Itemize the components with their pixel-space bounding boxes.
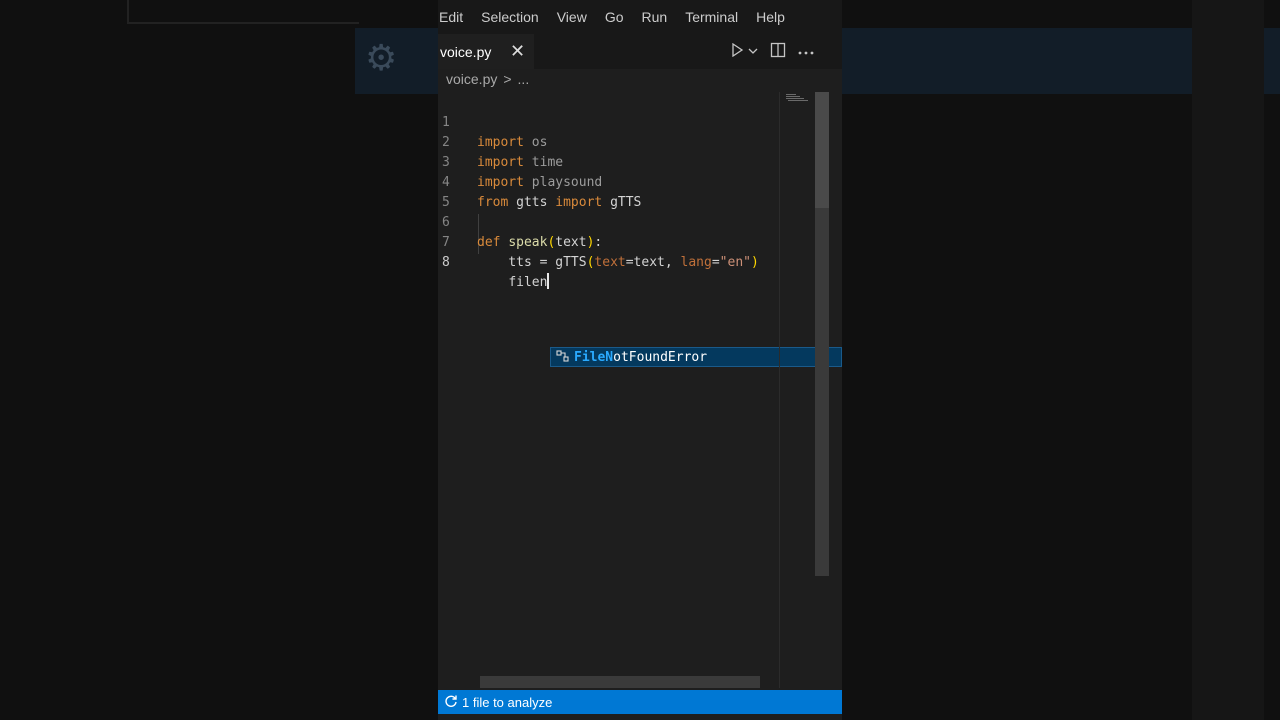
- minimap-line: [786, 96, 800, 97]
- status-analyze-label[interactable]: 1 file to analyze: [462, 695, 552, 710]
- menu-help[interactable]: Help: [756, 9, 795, 25]
- blurred-backdrop-left: ⚙: [0, 0, 438, 720]
- line-code: tts = gTTS(text=text, lang="en"): [508, 255, 759, 270]
- close-icon[interactable]: ✕: [510, 41, 525, 62]
- menu-run[interactable]: Run: [642, 9, 678, 25]
- editor-actions: [730, 34, 814, 69]
- code-line: 5: [438, 173, 778, 210]
- sync-icon: [444, 694, 458, 711]
- code-line: 2 import time: [438, 113, 778, 170]
- line-code: filen: [477, 273, 550, 293]
- code-line: 8 filen: [438, 233, 778, 290]
- tab-label: voice.py: [440, 43, 492, 60]
- typed-text: filen: [508, 275, 548, 290]
- run-icon[interactable]: [730, 42, 744, 61]
- minimap-line: [786, 94, 796, 95]
- code-line: 1 import os: [438, 93, 778, 150]
- suggestion-label: FileNotFoundError: [574, 350, 707, 365]
- menu-bar: Edit Selection View Go Run Terminal Help: [438, 0, 842, 34]
- text-cursor: [547, 273, 550, 289]
- menu-view[interactable]: View: [557, 9, 597, 25]
- backdrop-class-icon: ⚙: [365, 38, 398, 79]
- tab-bar: voice.py ✕: [438, 34, 842, 69]
- code-editor[interactable]: 1 import os 2 import time 3 import plays…: [438, 92, 842, 688]
- vscode-window: Edit Selection View Go Run Terminal Help…: [438, 0, 842, 720]
- breadcrumb-rest[interactable]: ...: [518, 71, 530, 87]
- class-icon: [556, 349, 570, 365]
- code-line: 6 def speak(text):: [438, 193, 778, 250]
- line-number: 8: [442, 255, 450, 270]
- breadcrumb: voice.py > ...: [446, 71, 529, 87]
- code-line: 7 tts = gTTS(text=text, lang="en"): [438, 213, 778, 270]
- chevron-down-icon[interactable]: [748, 46, 758, 58]
- menu-edit[interactable]: Edit: [439, 9, 473, 25]
- split-editor-icon[interactable]: [770, 42, 786, 62]
- tab-voice-py[interactable]: voice.py ✕: [438, 34, 534, 69]
- menu-go[interactable]: Go: [605, 9, 634, 25]
- menu-terminal[interactable]: Terminal: [685, 9, 748, 25]
- breadcrumb-file[interactable]: voice.py: [446, 71, 497, 87]
- minimap-line: [786, 98, 804, 99]
- menu-selection[interactable]: Selection: [481, 9, 549, 25]
- minimap-line: [788, 100, 808, 101]
- minimap[interactable]: [782, 92, 814, 104]
- vertical-scrollbar[interactable]: [815, 92, 829, 576]
- status-bar: 1 file to analyze: [438, 690, 842, 714]
- more-icon[interactable]: [798, 43, 814, 60]
- code-line: 3 import playsound: [438, 133, 778, 190]
- suggestion-item[interactable]: FileNotFoundError: [550, 347, 842, 367]
- horizontal-scrollbar[interactable]: [480, 676, 760, 688]
- suggestion-match: FileN: [574, 349, 614, 365]
- backdrop-column: [1192, 0, 1264, 720]
- blurred-backdrop-right: [842, 0, 1280, 720]
- code-line: 4 from gtts import gTTS: [438, 153, 778, 210]
- breadcrumb-separator: >: [503, 71, 512, 87]
- editor-ruler: [779, 92, 780, 688]
- suggestion-rest: otFoundError: [613, 349, 708, 365]
- backdrop-strip: [127, 0, 359, 24]
- scrollbar-thumb[interactable]: [815, 92, 829, 208]
